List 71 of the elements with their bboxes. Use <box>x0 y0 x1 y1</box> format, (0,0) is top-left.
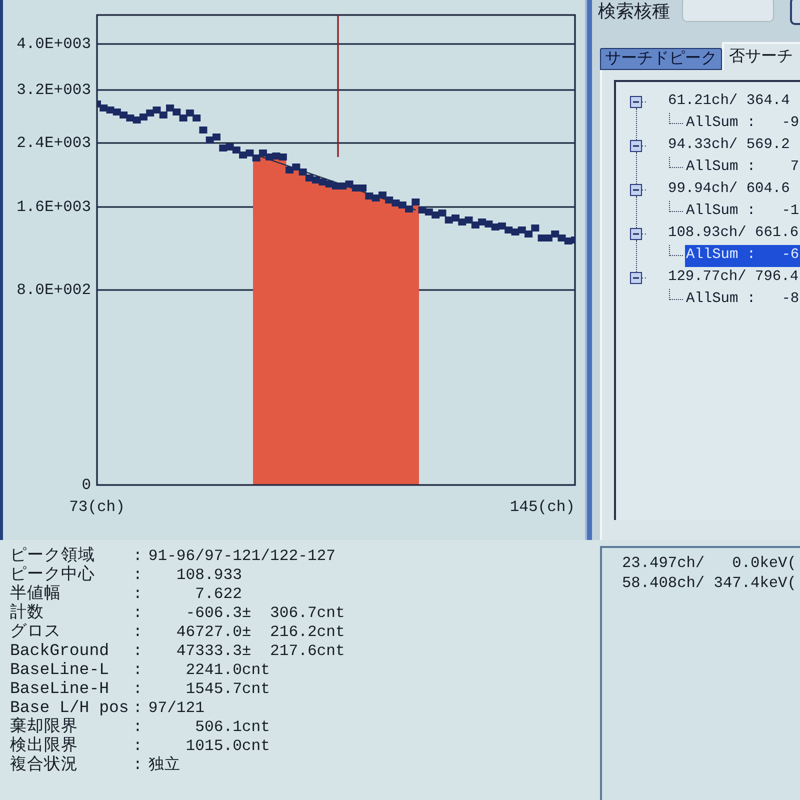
y-axis-label: 4.0E+003 <box>16 35 91 53</box>
collapse-icon[interactable] <box>630 96 648 108</box>
tree-line <box>669 289 683 300</box>
search-field[interactable] <box>682 0 774 22</box>
colon-separator: : <box>133 736 142 757</box>
property-label: 半値幅 <box>10 584 61 603</box>
collapse-icon[interactable] <box>630 184 648 196</box>
property-label: グロス <box>10 622 61 641</box>
search-label: 検索核種 <box>598 0 670 22</box>
property-label: ピーク中心 <box>10 564 95 584</box>
tree-line <box>669 157 683 168</box>
colon-separator: : <box>133 754 142 776</box>
property-value: 1015.0cnt <box>184 736 270 757</box>
tree-item[interactable]: 61.21ch/ 364.4 <box>668 91 790 113</box>
property-label: 複合状況 <box>10 754 78 774</box>
y-axis-label: 1.6E+003 <box>16 198 91 216</box>
property-label: BaseLine-L <box>10 660 110 679</box>
tree-item[interactable]: AllSum : -8 <box>685 289 800 311</box>
tree-line <box>669 113 683 124</box>
tree-item[interactable]: AllSum : -1 <box>685 201 800 223</box>
tree-line <box>669 245 683 256</box>
colon-separator: : <box>133 564 142 586</box>
colon-separator: : <box>133 640 142 662</box>
property-label: ピーク領域 <box>10 546 95 565</box>
tree-item[interactable]: 94.33ch/ 569.2 <box>668 135 790 157</box>
colon-separator: : <box>133 622 142 643</box>
property-label: 検出限界 <box>10 736 78 755</box>
tree-item[interactable]: 99.94ch/ 604.6 <box>668 179 790 201</box>
y-axis-label: 3.2E+003 <box>16 81 91 99</box>
property-value: 506.1cnt <box>194 716 270 738</box>
y-axis-label: 2.4E+003 <box>16 134 91 152</box>
collapse-icon[interactable] <box>630 272 648 284</box>
tree-item[interactable]: AllSum : 7 <box>685 157 800 179</box>
colon-separator: : <box>133 584 142 605</box>
property-value: 108.933 <box>175 564 242 586</box>
calibration-entry: 23.497ch/ 0.0keV( <box>622 553 796 573</box>
property-value: 1545.7cnt <box>184 678 270 700</box>
property-value: -606.3± 306.7cnt <box>184 602 345 624</box>
tree-item[interactable]: 108.93ch/ 661.6 <box>668 223 799 245</box>
colon-separator: : <box>133 660 142 681</box>
x-axis-label: 73(ch) <box>69 498 125 516</box>
colon-separator: : <box>133 678 142 700</box>
calibration-entry: 58.408ch/ 347.4keV( <box>622 573 796 593</box>
property-label: BackGround <box>10 640 110 660</box>
property-value: 47333.3± 217.6cnt <box>175 640 345 662</box>
y-axis-label: 0 <box>82 476 91 494</box>
tree-item[interactable]: AllSum : -9 <box>685 113 800 135</box>
property-value: 独立 <box>148 754 180 776</box>
tree-line <box>669 201 683 212</box>
property-value: 2241.0cnt <box>184 660 270 681</box>
property-label: Base L/H pos <box>10 698 129 717</box>
property-value: 7.622 <box>194 584 242 605</box>
colon-separator: : <box>133 698 142 719</box>
property-value: 46727.0± 216.2cnt <box>175 622 345 643</box>
property-value: 97/121 <box>148 698 205 719</box>
colon-separator: : <box>133 716 142 738</box>
tree-item[interactable]: 129.77ch/ 796.4 <box>668 267 799 289</box>
side-button[interactable] <box>790 0 800 25</box>
property-label: 計数 <box>10 602 44 622</box>
tree-item[interactable]: AllSum : -6 <box>685 245 800 267</box>
property-label: 棄却限界 <box>10 716 78 736</box>
y-axis-label: 8.0E+002 <box>16 281 91 299</box>
colon-separator: : <box>133 602 142 624</box>
colon-separator: : <box>133 546 142 567</box>
tab[interactable]: 否サーチ <box>722 42 800 70</box>
property-value: 91-96/97-121/122-127 <box>148 546 336 567</box>
collapse-icon[interactable] <box>630 140 648 152</box>
x-axis-label: 145(ch) <box>510 498 575 516</box>
tab[interactable]: サーチドピーク <box>600 48 722 70</box>
property-label: BaseLine-H <box>10 678 110 698</box>
collapse-icon[interactable] <box>630 228 648 240</box>
